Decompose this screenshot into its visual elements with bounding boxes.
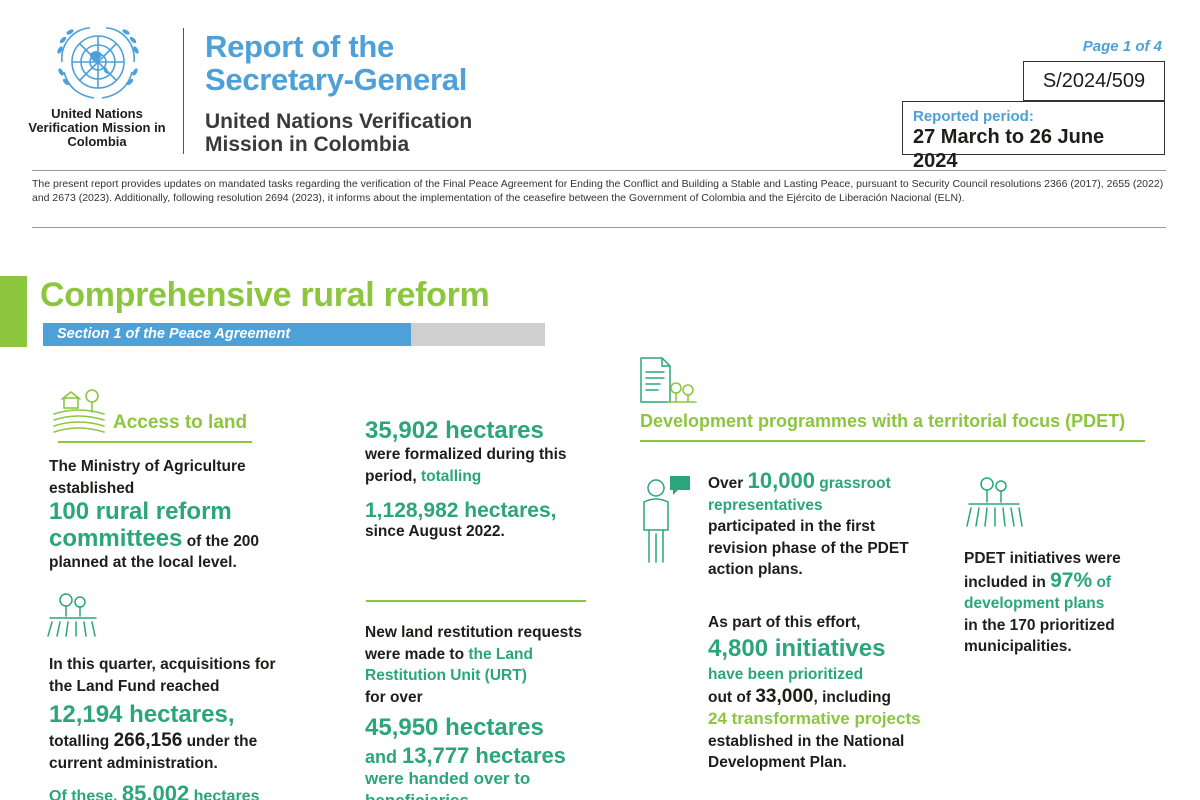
tree-field-icon-2 [965, 474, 1023, 535]
pdet-transformative-projects: 24 transformative projects [708, 709, 921, 728]
restitution-handed-text: were handed over to [365, 769, 531, 788]
pdet-municipalities: in the 170 prioritized municipalities. [964, 616, 1115, 656]
land-fund-comma: , [227, 701, 235, 728]
pdet-out-of: out of [708, 688, 756, 706]
pdet-representatives-paragraph: Over 10,000 grassroot representatives pa… [708, 470, 938, 581]
formalized-paragraph: were formalized during this period, tota… [365, 444, 575, 487]
section-title: Comprehensive rural reform [40, 276, 490, 314]
access-p1-text: The Ministry of Agriculture established [49, 458, 246, 497]
land-fund-stat: 12,194 hectares, [49, 702, 234, 728]
period-label: Reported period: [913, 108, 1034, 125]
report-title-line1: Report of the [205, 29, 394, 64]
farm-field-icon [52, 388, 106, 441]
of-these-num: 85,002 [121, 781, 190, 800]
heading-underline [58, 441, 252, 443]
pdet-underline [640, 440, 1145, 442]
pdet-percent-stat: 97% [1050, 568, 1093, 592]
period-value: 27 March to 26 June 2024 [913, 126, 1105, 172]
restitution-for-over: for over [365, 688, 423, 706]
pdet-national-plan: established in the National Development … [708, 732, 905, 772]
section-accent-tab [0, 276, 27, 347]
restitution-and: and [365, 747, 403, 767]
section-subtitle: Section 1 of the Peace Agreement [57, 326, 291, 342]
mission-title-line1: United Nations Verification [205, 110, 473, 133]
report-title-line2: Secretary-General [205, 62, 468, 97]
formalized-hectares-stat: 35,902 hectares [365, 417, 544, 444]
un-emblem-icon [50, 22, 146, 104]
restitution-paragraph: New land restitution requests were made … [365, 622, 600, 708]
pdet-prioritized-paragraph: have been prioritized out of 33,000, inc… [708, 664, 938, 774]
pdet-prioritized: have been prioritized [708, 666, 864, 683]
pdet-representatives-rest: participated in the first revision phase… [708, 518, 909, 578]
pdet-effort-text: As part of this effort, [708, 614, 861, 631]
pdet-including: , including [813, 688, 891, 706]
section-bar-end [411, 323, 545, 346]
pdet-initiatives-stat: 4,800 initiatives [708, 635, 886, 662]
mission-title: United Nations Verification Mission in C… [205, 110, 472, 156]
document-symbol: S/2024/509 [1023, 61, 1165, 101]
page-number: Page 1 of 4 [1082, 38, 1162, 55]
divider [32, 170, 1166, 171]
header-divider [183, 28, 184, 154]
pdet-heading: Development programmes with a territoria… [640, 411, 1126, 431]
access-to-land-heading: Access to land [113, 412, 248, 433]
of-these-line: Of these, 85,002 hectares [49, 781, 259, 800]
restitution-handed-line: and 13,777 hectares [365, 743, 566, 769]
restitution-requested-stat: 45,950 hectares [365, 714, 544, 741]
access-paragraph-1: The Ministry of Agriculture established … [49, 456, 319, 574]
of-these-unit: hectares [189, 788, 260, 800]
land-fund-total-a: totalling [49, 733, 114, 750]
of-these-text: Of these, [49, 788, 122, 800]
reported-period-box: Reported period: 27 March to 26 June 202… [902, 101, 1165, 172]
land-fund-total-num: 266,156 [113, 730, 183, 751]
land-fund-total: totalling 266,156 under the current admi… [49, 730, 309, 774]
organization-name: United Nations Verification Mission in C… [28, 106, 166, 149]
restitution-handed-stat: 13,777 hectares [402, 743, 566, 768]
divider [32, 227, 1166, 228]
mission-title-line2: Mission in Colombia [205, 133, 410, 156]
formalized-totalling: totalling [420, 467, 482, 485]
tree-field-icon [46, 590, 100, 645]
report-title: Report of the Secretary-General [205, 30, 467, 96]
formalized-since: since August 2022. [365, 523, 505, 540]
intro-paragraph: The present report provides updates on m… [32, 178, 1164, 204]
land-fund-hectares: 12,194 hectares [49, 701, 228, 728]
land-fund-intro: In this quarter, acquisitions for the La… [49, 656, 276, 695]
document-trees-icon [638, 356, 698, 411]
pdet-representatives-num: 10,000 [747, 468, 815, 493]
pdet-over: Over [708, 475, 748, 492]
pdet-out-of-num: 33,000 [755, 685, 814, 707]
column-divider [366, 600, 586, 602]
pdet-development-plans-paragraph: PDET initiatives were included in 97% of… [964, 548, 1154, 658]
person-speech-icon [638, 474, 694, 571]
restitution-beneficiaries: beneficiaries. [365, 791, 474, 800]
